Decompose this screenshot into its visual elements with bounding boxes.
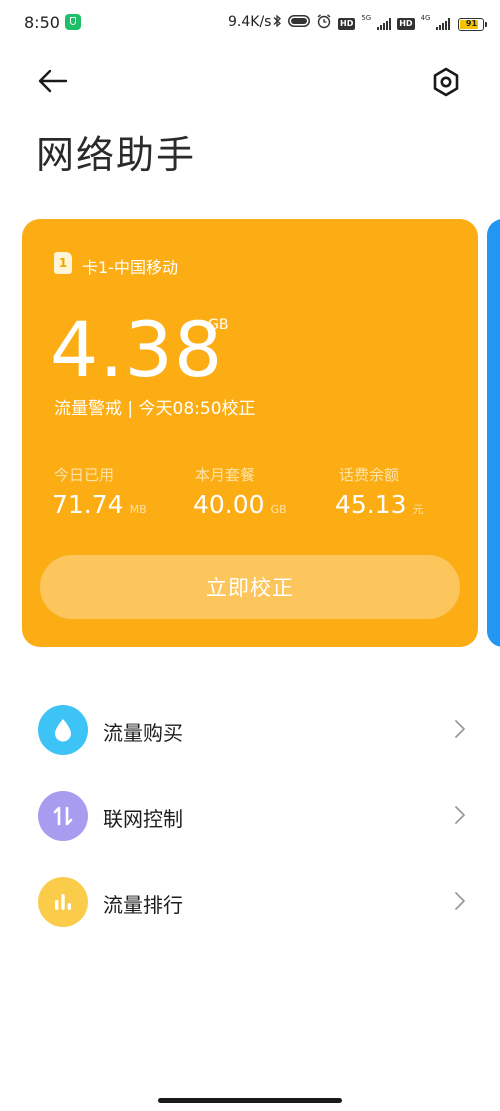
data-status-line: 流量警戒 | 今天08:50校正: [54, 399, 256, 419]
menu-item-network-control[interactable]: 联网控制: [0, 789, 500, 867]
stat-label-monthly-plan: 本月套餐: [195, 466, 256, 484]
stat-unit: MB: [129, 503, 147, 516]
stat-label-balance: 话费余额: [339, 466, 400, 484]
up-down-arrows-icon: [38, 791, 88, 841]
menu-label: 联网控制: [103, 807, 183, 831]
page-title: 网络助手: [36, 133, 197, 177]
signal-icon: [436, 18, 451, 30]
sim-carrier-label: 卡1-中国移动: [82, 258, 178, 277]
next-sim-card-peek[interactable]: [487, 219, 500, 647]
status-time: 8:50: [24, 13, 60, 32]
stat-value-today-used: 71.74 MB: [52, 490, 147, 519]
chevron-right-icon: [455, 720, 465, 738]
menu-item-data-ranking[interactable]: 流量排行: [0, 875, 500, 953]
hexagon-gear-icon: [433, 67, 459, 97]
settings-button[interactable]: [430, 66, 462, 98]
status-net-speed: 9.4K/s: [228, 14, 272, 30]
stat-value-balance: 45.13 元: [335, 490, 424, 519]
chevron-right-icon: [455, 892, 465, 910]
chevron-right-icon: [455, 806, 465, 824]
shield-icon: [65, 14, 81, 30]
status-bar: 8:50 9.4K/s HD 5G HD 4G 91: [0, 0, 500, 48]
toggle-icon: [288, 15, 310, 33]
back-button[interactable]: [36, 66, 70, 96]
bluetooth-icon: [272, 14, 282, 34]
water-drop-icon: [38, 705, 88, 755]
sim2-network-type: 4G: [420, 13, 431, 22]
stat-unit: 元: [412, 503, 424, 516]
arrow-left-icon: [38, 69, 68, 93]
sim2-hd-badge: HD: [397, 18, 415, 30]
sim1-hd-badge: HD: [338, 18, 356, 30]
status-icons: HD 5G HD 4G 91: [272, 13, 488, 35]
alarm-icon: [316, 13, 332, 35]
signal-icon: [377, 18, 392, 30]
sim-badge-number: 1: [58, 256, 68, 270]
menu-label: 流量排行: [103, 893, 183, 917]
calibrate-now-button[interactable]: 立即校正: [40, 555, 460, 619]
stat-label-today-used: 今日已用: [54, 466, 115, 484]
sim-card-icon: 1: [54, 252, 72, 274]
stat-number: 45.13: [335, 490, 407, 519]
stat-value-monthly-plan: 40.00 GB: [193, 490, 287, 519]
data-remaining-value: 4.38: [50, 305, 224, 394]
stat-number: 40.00: [193, 490, 265, 519]
menu-item-data-purchase[interactable]: 流量购买: [0, 703, 500, 781]
data-remaining-unit: GB: [208, 317, 229, 333]
stat-unit: GB: [270, 503, 287, 516]
battery-icon: 91: [458, 17, 488, 31]
battery-level: 91: [465, 19, 478, 28]
data-usage-card[interactable]: 1 卡1-中国移动 4.38 GB 流量警戒 | 今天08:50校正 今日已用 …: [22, 219, 478, 647]
menu-label: 流量购买: [103, 721, 183, 745]
sim1-network-type: 5G: [361, 13, 372, 22]
home-indicator[interactable]: [158, 1098, 342, 1103]
stat-number: 71.74: [52, 490, 124, 519]
bar-chart-icon: [38, 877, 88, 927]
